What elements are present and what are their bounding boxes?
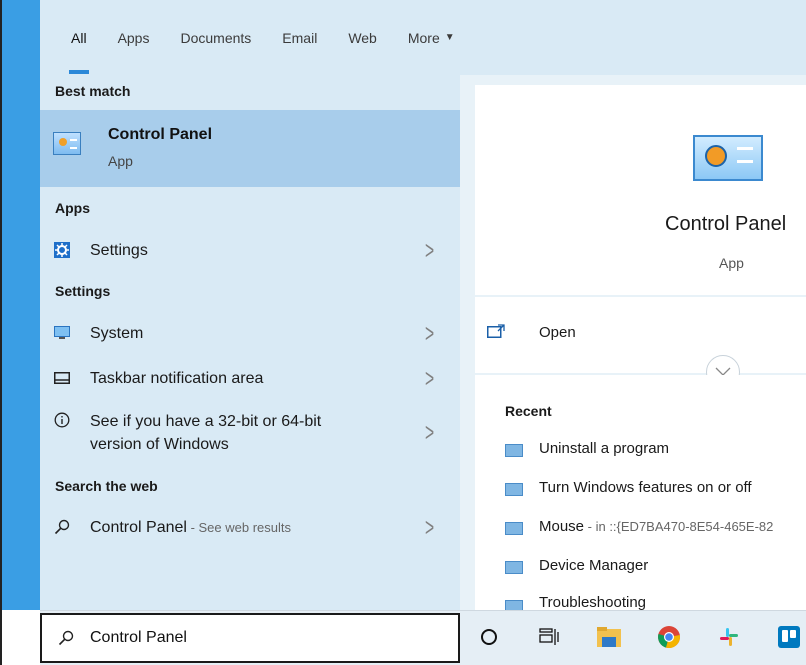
caret-down-icon: ▼: [444, 32, 455, 43]
result-label: Control Panel - See web results: [90, 517, 291, 538]
recent-item[interactable]: Uninstall a program: [505, 438, 805, 462]
taskbar: Control Panel: [40, 610, 806, 665]
recent-label: Mouse - in ::{ED7BA470-8E54-465E-82: [539, 518, 773, 535]
tab-documents[interactable]: Documents: [180, 0, 251, 75]
web-results-hint: - See web results: [186, 519, 291, 535]
open-action[interactable]: Open: [475, 297, 806, 367]
tab-apps[interactable]: Apps: [118, 0, 150, 75]
actions-card: Open: [475, 297, 806, 373]
start-accent-strip: [2, 0, 40, 610]
control-panel-icon: [505, 600, 523, 610]
search-filter-tabs: All Apps Documents Email Web More ▼: [40, 0, 806, 75]
open-icon: [487, 324, 505, 343]
tab-label: All: [71, 29, 87, 46]
result-web-control-panel[interactable]: Control Panel - See web results >: [40, 512, 460, 543]
recent-item[interactable]: Mouse - in ::{ED7BA470-8E54-465E-82: [505, 516, 806, 540]
app-preview-card: Control Panel App: [475, 85, 806, 295]
chevron-right-icon[interactable]: >: [425, 318, 434, 349]
open-label: Open: [539, 324, 576, 341]
result-label-line2: version of Windows: [90, 436, 229, 453]
recent-item[interactable]: Troubleshooting: [505, 594, 805, 610]
monitor-icon: [54, 325, 70, 341]
control-panel-icon: [53, 132, 81, 155]
result-32-or-64-bit[interactable]: See if you have a 32-bit or 64-bit versi…: [40, 408, 460, 456]
tab-email[interactable]: Email: [282, 0, 317, 75]
result-taskbar-notification-area[interactable]: Taskbar notification area >: [40, 363, 460, 394]
gear-icon: [54, 242, 70, 258]
result-label: Taskbar notification area: [90, 369, 264, 387]
control-panel-icon: [505, 444, 523, 457]
recent-card: Recent Uninstall a program Turn Windows …: [475, 375, 806, 610]
task-view-icon[interactable]: [536, 624, 562, 650]
recent-label: Uninstall a program: [539, 440, 670, 457]
search-icon: [54, 519, 70, 535]
file-explorer-icon[interactable]: [596, 624, 622, 650]
recent-item[interactable]: Device Manager: [505, 555, 805, 579]
best-match-control-panel[interactable]: Control Panel App: [40, 110, 460, 187]
chrome-icon[interactable]: [656, 624, 682, 650]
recent-item[interactable]: Turn Windows features on or off: [505, 477, 805, 501]
result-settings[interactable]: Settings >: [40, 235, 460, 266]
tab-more[interactable]: More ▼: [408, 0, 455, 75]
control-panel-icon: [505, 483, 523, 496]
recent-header: Recent: [505, 403, 552, 419]
results-list: Best match Control Panel App Apps Settin…: [40, 75, 460, 610]
tab-label: Web: [348, 29, 377, 46]
info-icon: [54, 412, 70, 428]
chevron-right-icon[interactable]: >: [425, 363, 434, 394]
chevron-right-icon[interactable]: >: [425, 512, 434, 543]
slack-icon[interactable]: [716, 624, 742, 650]
recent-label: Device Manager: [539, 557, 649, 574]
tab-label: Documents: [180, 29, 252, 46]
result-label-line1: See if you have a 32-bit or 64-bit: [90, 413, 322, 430]
preview-subtitle: App: [719, 255, 744, 271]
recent-label-main: Mouse: [539, 518, 585, 535]
chevron-right-icon[interactable]: >: [425, 235, 434, 266]
preview-pane: Control Panel App Open Recent Uninstall …: [460, 75, 806, 610]
section-header-apps: Apps: [55, 200, 90, 216]
result-label: Settings: [90, 241, 148, 259]
control-panel-icon: [505, 522, 523, 535]
tab-label: Apps: [117, 29, 150, 46]
tab-all[interactable]: All: [69, 0, 89, 75]
result-system[interactable]: System >: [40, 318, 460, 349]
result-label: System: [90, 324, 144, 342]
search-input[interactable]: Control Panel: [90, 629, 187, 647]
recent-label: Turn Windows features on or off: [539, 479, 752, 496]
trello-icon[interactable]: [776, 624, 802, 650]
taskbar-icon: [54, 370, 70, 386]
section-header-settings: Settings: [55, 283, 111, 299]
recent-label-location: - in ::{ED7BA470-8E54-465E-82: [584, 519, 774, 534]
preview-title: Control Panel: [665, 213, 787, 235]
tab-label: Email: [282, 29, 318, 46]
section-header-search-web: Search the web: [55, 478, 158, 494]
web-query: Control Panel: [90, 518, 187, 536]
control-panel-icon: [693, 135, 763, 181]
best-match-subtitle: App: [108, 153, 133, 169]
cortana-icon[interactable]: [476, 624, 502, 650]
tab-web[interactable]: Web: [348, 0, 377, 75]
recent-label: Troubleshooting: [539, 594, 647, 610]
section-header-best-match: Best match: [55, 83, 131, 99]
taskbar-search-box[interactable]: Control Panel: [40, 613, 460, 663]
chevron-right-icon[interactable]: >: [425, 417, 434, 448]
search-icon: [58, 630, 74, 651]
tab-label: More: [407, 29, 440, 46]
best-match-title: Control Panel: [108, 126, 213, 143]
control-panel-icon: [505, 561, 523, 574]
